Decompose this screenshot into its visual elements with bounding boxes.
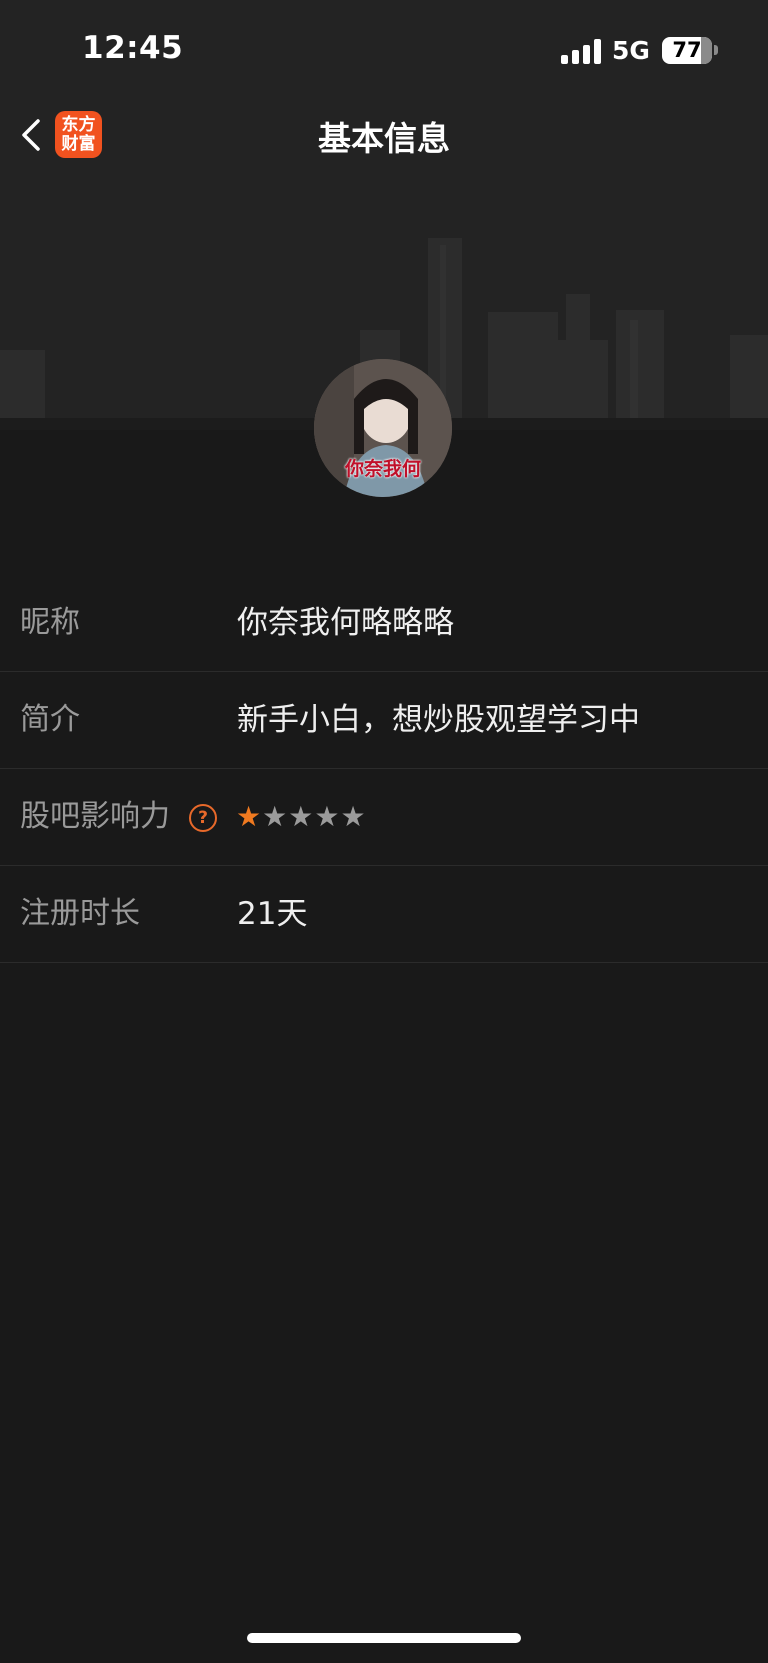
registration-row: 注册时长 21天 [0, 866, 768, 963]
home-indicator[interactable] [247, 1633, 521, 1643]
star-empty-icon: ★ [262, 800, 288, 833]
help-icon[interactable]: ? [189, 804, 217, 832]
bio-label: 简介 [20, 702, 80, 737]
profile-basic-info-page: 12:45 5G 77 东方 财富 基本信息 你奈我何 昵称 你奈我何略略略 简… [0, 0, 768, 1663]
star-empty-icon: ★ [314, 800, 340, 833]
nickname-row: 昵称 你奈我何略略略 [0, 575, 768, 672]
nickname-label: 昵称 [20, 605, 80, 640]
battery-level: 77 [672, 38, 702, 62]
page-title: 基本信息 [318, 119, 450, 158]
battery-icon: 77 [662, 37, 712, 64]
network-type: 5G [612, 36, 650, 65]
registration-value: 21天 [237, 896, 308, 932]
star-empty-icon: ★ [340, 800, 366, 833]
battery-tip [714, 45, 718, 55]
status-time: 12:45 [82, 30, 184, 66]
influence-label: 股吧影响力 [20, 799, 170, 834]
avatar[interactable]: 你奈我何 [314, 359, 452, 497]
influence-rating: ★ ★ ★ ★ ★ [236, 800, 366, 834]
influence-row: 股吧影响力 ? ★ ★ ★ ★ ★ [0, 769, 768, 866]
nickname-value: 你奈我何略略略 [237, 605, 454, 641]
signal-icon [561, 38, 603, 64]
bio-row: 简介 新手小白，想炒股观望学习中 [0, 672, 768, 769]
bio-value: 新手小白，想炒股观望学习中 [237, 702, 640, 738]
avatar-caption: 你奈我何 [344, 458, 421, 480]
registration-label: 注册时长 [20, 896, 140, 931]
star-filled-icon: ★ [236, 800, 262, 833]
star-empty-icon: ★ [288, 800, 314, 833]
